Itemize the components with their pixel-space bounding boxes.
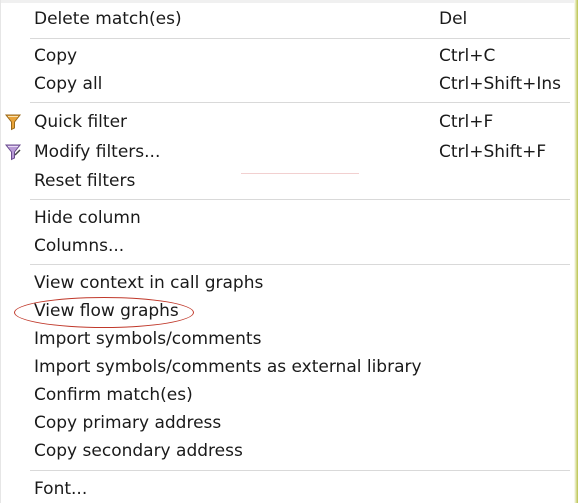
menu-separator bbox=[30, 38, 570, 39]
menu-item-shortcut: Ctrl+Shift+Ins bbox=[439, 74, 562, 94]
menu-item-confirm-matches[interactable]: Confirm match(es) bbox=[1, 382, 571, 408]
menu-item-label: Columns... bbox=[34, 236, 125, 256]
menu-item-shortcut: Ctrl+Shift+F bbox=[439, 142, 547, 162]
menu-item-label: Copy secondary address bbox=[34, 441, 243, 461]
menu-item-label: Import symbols/comments as external libr… bbox=[34, 357, 422, 377]
menu-item-copy-all[interactable]: Copy all Ctrl+Shift+Ins bbox=[1, 71, 571, 97]
menu-item-copy-secondary-address[interactable]: Copy secondary address bbox=[1, 438, 571, 464]
menu-top-edge bbox=[1, 0, 578, 3]
menu-item-columns[interactable]: Columns... bbox=[1, 233, 571, 259]
menu-item-label: Modify filters... bbox=[34, 142, 161, 162]
menu-item-label: Quick filter bbox=[34, 112, 128, 132]
menu-separator bbox=[30, 102, 570, 103]
funnel-icon bbox=[4, 113, 22, 131]
menu-separator bbox=[30, 199, 570, 200]
menu-item-view-context-call-graphs[interactable]: View context in call graphs bbox=[1, 270, 571, 296]
menu-item-font[interactable]: Font... bbox=[1, 476, 571, 502]
menu-item-import-symbols[interactable]: Import symbols/comments bbox=[1, 326, 571, 352]
menu-item-label: View flow graphs bbox=[34, 301, 179, 321]
menu-item-modify-filters[interactable]: Modify filters... Ctrl+Shift+F bbox=[1, 139, 571, 165]
menu-item-copy-primary-address[interactable]: Copy primary address bbox=[1, 410, 571, 436]
menu-item-quick-filter[interactable]: Quick filter Ctrl+F bbox=[1, 109, 571, 135]
menu-item-label: Reset filters bbox=[34, 171, 136, 191]
menu-item-label: Copy primary address bbox=[34, 413, 222, 433]
menu-item-shortcut: Del bbox=[439, 9, 468, 29]
menu-item-view-flow-graphs[interactable]: View flow graphs bbox=[1, 298, 571, 324]
menu-separator bbox=[30, 470, 570, 471]
menu-item-copy[interactable]: Copy Ctrl+C bbox=[1, 43, 571, 69]
menu-item-label: Copy all bbox=[34, 74, 103, 94]
menu-item-shortcut: Ctrl+F bbox=[439, 112, 494, 132]
menu-item-label: View context in call graphs bbox=[34, 273, 264, 293]
menu-separator bbox=[30, 264, 570, 265]
menu-item-label: Copy bbox=[34, 46, 78, 66]
menu-item-label: Delete match(es) bbox=[34, 9, 182, 29]
context-menu: Delete match(es) Del Copy Ctrl+C Copy al… bbox=[0, 0, 578, 503]
menu-item-label: Hide column bbox=[34, 208, 141, 228]
menu-item-delete-matches[interactable]: Delete match(es) Del bbox=[1, 6, 571, 32]
menu-item-label: Font... bbox=[34, 479, 88, 499]
menu-right-edge bbox=[574, 0, 578, 503]
menu-item-label: Confirm match(es) bbox=[34, 385, 193, 405]
funnel-edit-icon bbox=[4, 143, 22, 161]
menu-item-label: Import symbols/comments bbox=[34, 329, 262, 349]
menu-item-hide-column[interactable]: Hide column bbox=[1, 205, 571, 231]
menu-item-import-symbols-external[interactable]: Import symbols/comments as external libr… bbox=[1, 354, 571, 380]
menu-item-reset-filters[interactable]: Reset filters bbox=[1, 168, 571, 194]
menu-item-shortcut: Ctrl+C bbox=[439, 46, 496, 66]
